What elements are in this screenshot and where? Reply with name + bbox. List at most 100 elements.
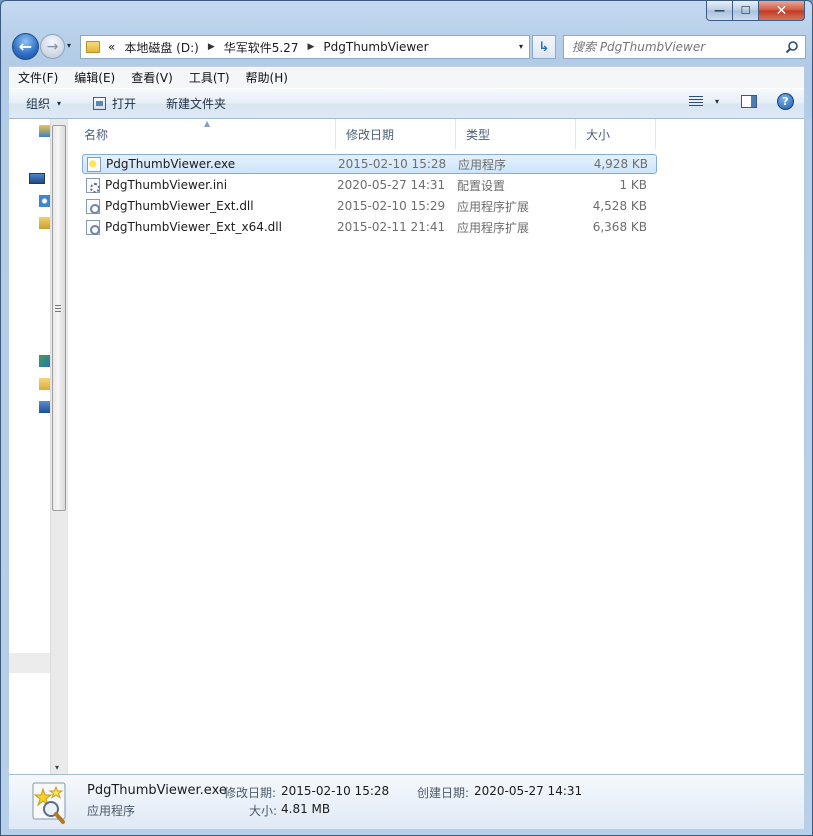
command-bar-right: ▾ ? bbox=[688, 93, 794, 110]
file-name-cell: PdgThumbViewer.exe bbox=[83, 156, 338, 172]
menu-view[interactable]: 查看(V) bbox=[123, 69, 181, 86]
file-name: PdgThumbViewer.exe bbox=[106, 157, 236, 171]
details-pane: PdgThumbViewer.exe 应用程序 修改日期: 2015-02-10… bbox=[9, 774, 804, 829]
help-icon[interactable]: ? bbox=[777, 93, 794, 110]
open-button[interactable]: 打开 bbox=[93, 95, 136, 112]
content-area: ▾ 名称 ▲ 修改日期 类型 大小 PdgThumbViewer.exe 201… bbox=[9, 119, 804, 774]
back-button[interactable]: ← bbox=[12, 33, 39, 60]
file-size: 1 KB bbox=[619, 178, 647, 192]
folder-icon[interactable] bbox=[39, 378, 50, 390]
column-header-date[interactable]: 修改日期 bbox=[336, 119, 456, 149]
details-modified-label: 修改日期: bbox=[224, 786, 277, 800]
breadcrumb-item-folder[interactable]: 华军软件5.27 bbox=[224, 39, 299, 56]
favorites-icon[interactable] bbox=[39, 125, 50, 137]
file-list: 名称 ▲ 修改日期 类型 大小 PdgThumbViewer.exe 2015-… bbox=[74, 119, 804, 774]
file-size: 4,528 KB bbox=[592, 199, 647, 213]
open-label: 打开 bbox=[112, 97, 137, 111]
refresh-button[interactable]: ↳ bbox=[532, 35, 556, 59]
scroll-down-arrow-icon[interactable]: ▾ bbox=[55, 763, 59, 772]
breadcrumb-chevron-icon[interactable]: ▶ bbox=[208, 42, 215, 52]
address-bar[interactable]: « 本地磁盘 (D:) ▶ 华军软件5.27 ▶ PdgThumbViewer … bbox=[80, 35, 530, 59]
file-type: 配置设置 bbox=[457, 178, 506, 193]
dll-file-icon bbox=[86, 198, 100, 214]
breadcrumb-overflow[interactable]: « bbox=[108, 40, 115, 54]
forward-arrow-icon: → bbox=[46, 38, 59, 55]
chevron-down-icon: ▾ bbox=[57, 99, 62, 108]
address-history-dropdown-icon[interactable]: ▾ bbox=[519, 42, 523, 51]
view-details-icon bbox=[688, 96, 703, 107]
organize-label: 组织 bbox=[26, 97, 51, 111]
cloud-icon[interactable] bbox=[39, 195, 50, 207]
maximize-button[interactable]: ☐ bbox=[733, 1, 759, 21]
preview-pane-icon[interactable] bbox=[741, 95, 757, 108]
menu-bar: 文件(F) 编辑(E) 查看(V) 工具(T) 帮助(H) bbox=[9, 66, 804, 88]
change-view-button[interactable]: ▾ bbox=[688, 96, 719, 107]
menu-file[interactable]: 文件(F) bbox=[9, 69, 66, 86]
file-type: 应用程序扩展 bbox=[457, 199, 530, 214]
file-date: 2015-02-10 15:28 bbox=[338, 157, 447, 171]
navigation-bar: ← → ▾ « 本地磁盘 (D:) ▶ 华军软件5.27 ▶ PdgThumbV… bbox=[9, 31, 806, 61]
details-size-value: 4.81 MB bbox=[281, 802, 331, 816]
search-input[interactable] bbox=[572, 40, 782, 54]
menu-tools[interactable]: 工具(T) bbox=[181, 69, 238, 86]
library-icon[interactable] bbox=[39, 217, 50, 229]
details-file-type: 应用程序 bbox=[87, 804, 136, 818]
file-name-cell: PdgThumbViewer_Ext_x64.dll bbox=[82, 219, 337, 235]
minimize-button[interactable]: — bbox=[706, 1, 733, 21]
details-file-name: PdgThumbViewer.exe bbox=[87, 783, 227, 798]
file-name-cell: PdgThumbViewer.ini bbox=[82, 177, 337, 193]
nav-pane-scrollbar[interactable]: ▾ bbox=[50, 119, 67, 774]
close-button[interactable]: ✕ bbox=[759, 1, 805, 21]
column-header-type[interactable]: 类型 bbox=[456, 119, 576, 149]
file-type: 应用程序 bbox=[458, 157, 507, 172]
breadcrumb-item-current[interactable]: PdgThumbViewer bbox=[323, 40, 428, 54]
forward-button[interactable]: → bbox=[40, 34, 65, 59]
details-size-label: 大小: bbox=[249, 804, 278, 818]
file-size: 6,368 KB bbox=[592, 220, 647, 234]
chevron-down-icon: ▾ bbox=[714, 97, 719, 106]
file-name: PdgThumbViewer_Ext_x64.dll bbox=[105, 220, 282, 234]
back-arrow-icon: ← bbox=[18, 37, 33, 56]
details-created-value: 2020-05-27 14:31 bbox=[474, 784, 583, 798]
column-header-name[interactable]: 名称 ▲ bbox=[74, 119, 336, 149]
scrollbar-grip-icon bbox=[55, 305, 61, 312]
dll-file-icon bbox=[86, 219, 100, 235]
file-size: 4,928 KB bbox=[593, 157, 648, 171]
sort-ascending-icon: ▲ bbox=[204, 119, 211, 128]
menu-edit[interactable]: 编辑(E) bbox=[66, 69, 123, 86]
details-created-label: 创建日期: bbox=[417, 786, 470, 800]
desktop-icon[interactable] bbox=[39, 401, 50, 413]
file-row[interactable]: PdgThumbViewer.exe 2015-02-10 15:28 应用程序… bbox=[82, 154, 657, 174]
breadcrumb-item-drive[interactable]: 本地磁盘 (D:) bbox=[124, 39, 198, 56]
config-file-icon bbox=[86, 177, 100, 193]
window-right-border bbox=[806, 119, 812, 774]
file-name: PdgThumbViewer.ini bbox=[105, 178, 228, 192]
application-large-icon bbox=[32, 782, 66, 824]
scrollbar-thumb[interactable] bbox=[52, 125, 66, 511]
command-bar: 组织 ▾ 打开 新建文件夹 ▾ ? bbox=[9, 88, 804, 119]
new-folder-button[interactable]: 新建文件夹 bbox=[166, 95, 226, 112]
explorer-window: — ☐ ✕ ← → ▾ « 本地磁盘 (D:) ▶ 华军软件5.27 ▶ Pdg… bbox=[0, 0, 813, 836]
navigation-pane: ▾ bbox=[9, 119, 67, 774]
organize-button[interactable]: 组织 ▾ bbox=[26, 95, 61, 112]
breadcrumb-chevron-icon[interactable]: ▶ bbox=[307, 42, 314, 52]
network-icon[interactable] bbox=[39, 355, 50, 367]
search-box[interactable] bbox=[563, 35, 806, 59]
recent-pages-dropdown-icon[interactable]: ▾ bbox=[67, 41, 71, 50]
file-date: 2020-05-27 14:31 bbox=[337, 178, 446, 192]
menu-help[interactable]: 帮助(H) bbox=[238, 69, 296, 86]
pane-splitter[interactable] bbox=[67, 119, 68, 774]
file-row[interactable]: PdgThumbViewer_Ext_x64.dll 2015-02-11 21… bbox=[82, 217, 657, 237]
caption-buttons: — ☐ ✕ bbox=[706, 1, 805, 21]
new-folder-label: 新建文件夹 bbox=[166, 97, 227, 111]
computer-icon[interactable] bbox=[29, 173, 45, 184]
file-row[interactable]: PdgThumbViewer.ini 2020-05-27 14:31 配置设置… bbox=[82, 175, 657, 195]
refresh-icon: ↳ bbox=[538, 39, 550, 55]
column-headers: 名称 ▲ 修改日期 类型 大小 bbox=[74, 119, 669, 149]
file-row[interactable]: PdgThumbViewer_Ext.dll 2015-02-10 15:29 … bbox=[82, 196, 657, 216]
folder-icon bbox=[86, 41, 100, 53]
nav-pane-item[interactable] bbox=[9, 653, 50, 673]
file-name-cell: PdgThumbViewer_Ext.dll bbox=[82, 198, 337, 214]
search-icon[interactable] bbox=[785, 40, 799, 54]
column-header-size[interactable]: 大小 bbox=[576, 119, 656, 149]
